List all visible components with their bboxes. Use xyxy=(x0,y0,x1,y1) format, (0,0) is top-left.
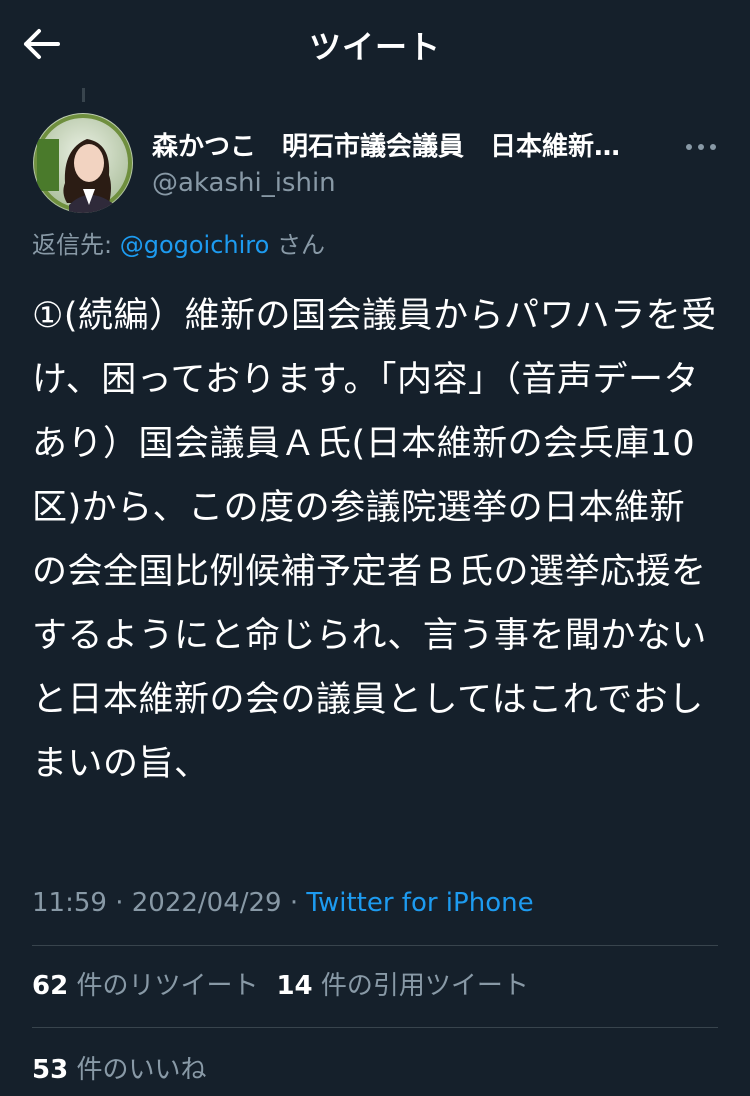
more-options-button[interactable] xyxy=(684,132,718,162)
retweets-count: 62 xyxy=(32,971,69,1001)
page-title: ツイート xyxy=(308,28,441,66)
retweets-stat[interactable]: 62 件のリツイート xyxy=(32,971,258,1001)
tweet-author: 森かつこ 明石市議会議員 日本維新… @akashi_ishin xyxy=(152,130,672,200)
likes-label: 件のいいね xyxy=(68,1055,207,1085)
reply-mention-link[interactable]: @gogoichiro xyxy=(120,231,270,259)
retweets-label: 件のリツイート xyxy=(68,971,259,1001)
meta-separator: · xyxy=(106,888,132,918)
tweet-text: ①(続編）維新の国会議員からパワハラを受け、困っております。「内容」（音声データ… xyxy=(32,296,717,784)
author-handle[interactable]: @akashi_ishin xyxy=(152,166,672,200)
likes-count: 53 xyxy=(32,1055,69,1085)
divider xyxy=(32,1027,718,1028)
reply-to-line: 返信先: @gogoichiro さん xyxy=(32,228,325,262)
tweet-time: 11:59 xyxy=(32,888,107,918)
engagement-stats: 62 件のリツイート 14 件の引用ツイート xyxy=(32,966,547,1006)
author-display-name[interactable]: 森かつこ 明石市議会議員 日本維新… xyxy=(152,130,672,164)
quotes-label: 件の引用ツイート xyxy=(312,971,529,1001)
more-horizontal-icon xyxy=(686,144,716,150)
avatar[interactable] xyxy=(33,113,133,213)
reply-suffix: さん xyxy=(269,231,325,259)
divider xyxy=(32,945,718,946)
tweet-source-link[interactable]: Twitter for iPhone xyxy=(306,888,533,918)
tweet-date: 2022/04/29 xyxy=(131,888,282,918)
quotes-count: 14 xyxy=(276,971,313,1001)
likes-stat[interactable]: 53 件のいいね xyxy=(32,1050,206,1090)
top-bar: ツイート xyxy=(0,0,750,90)
thread-connector-line xyxy=(82,88,85,102)
reply-prefix: 返信先: xyxy=(32,231,120,259)
meta-separator: · xyxy=(281,888,307,918)
quotes-stat[interactable]: 14 件の引用ツイート xyxy=(276,971,528,1001)
tweet-meta: 11:59 · 2022/04/29 · Twitter for iPhone xyxy=(32,884,534,922)
avatar-image xyxy=(33,113,133,213)
